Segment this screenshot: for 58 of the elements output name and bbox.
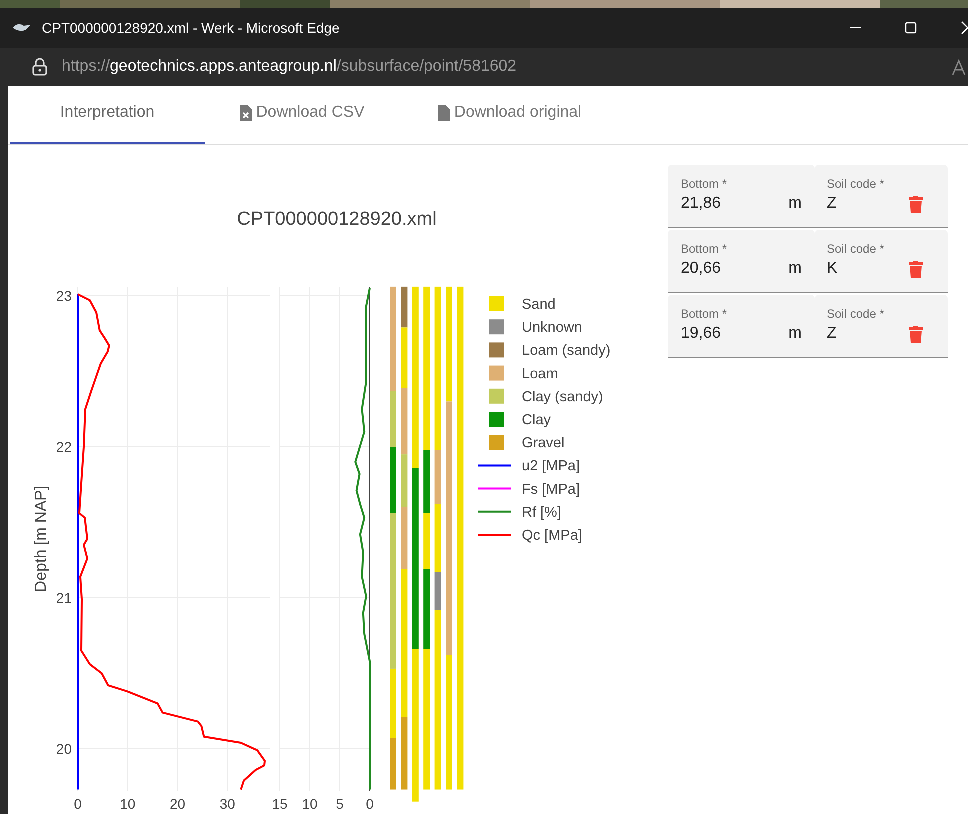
unit-label: m bbox=[788, 195, 802, 213]
axis-tick-label: 30 bbox=[220, 796, 236, 812]
legend-label[interactable]: Clay bbox=[522, 412, 552, 428]
read-aloud-icon[interactable] bbox=[952, 58, 968, 76]
axis-tick-label: 0 bbox=[366, 796, 374, 812]
legend-label[interactable]: Loam (sandy) bbox=[522, 343, 611, 360]
field-value: Z bbox=[827, 325, 837, 343]
tab[interactable]: Download CSV bbox=[205, 86, 400, 144]
axis-tick-label: 20 bbox=[170, 796, 186, 812]
lock-icon[interactable] bbox=[32, 58, 48, 76]
field-label: Bottom * bbox=[681, 242, 728, 256]
legend-label[interactable]: Gravel bbox=[522, 436, 565, 452]
soil-code-field[interactable]: Soil code * K bbox=[815, 230, 948, 293]
legend-label[interactable]: Fs [MPa] bbox=[522, 482, 580, 498]
axis-title: Depth [m NAP] bbox=[33, 486, 50, 592]
field-value: K bbox=[827, 260, 838, 278]
bottom-field[interactable]: Bottom * 20,66 m bbox=[668, 230, 815, 293]
field-value: 21,86 bbox=[681, 195, 722, 213]
trash-icon[interactable] bbox=[909, 325, 923, 343]
field-value: Z bbox=[827, 195, 837, 213]
field-label: Soil code * bbox=[827, 307, 884, 321]
axis-tick-label: 10 bbox=[302, 796, 318, 812]
axis-tick-label: 22 bbox=[56, 439, 72, 455]
window-title: CPT000000128920.xml - Werk - Microsoft Edge bbox=[42, 20, 340, 36]
app-icon bbox=[12, 22, 32, 34]
soil-code-field[interactable]: Soil code * Z bbox=[815, 165, 948, 228]
chart-title: CPT000000128920.xml bbox=[237, 209, 437, 230]
legend-label[interactable]: Qc [MPa] bbox=[522, 528, 582, 544]
trash-icon[interactable] bbox=[909, 260, 923, 278]
file-icon bbox=[240, 105, 252, 121]
tab[interactable]: Interpretation bbox=[10, 86, 205, 144]
unit-label: m bbox=[788, 260, 802, 278]
legend-label[interactable]: Loam bbox=[522, 366, 558, 382]
file-icon bbox=[438, 105, 450, 121]
field-value: 20,66 bbox=[681, 260, 722, 278]
legend-label[interactable]: Sand bbox=[522, 297, 556, 313]
legend-label[interactable]: u2 [MPa] bbox=[522, 458, 580, 475]
field-label: Soil code * bbox=[827, 177, 884, 191]
bottom-field[interactable]: Bottom * 21,86 m bbox=[668, 165, 815, 228]
axis-tick-label: 5 bbox=[336, 796, 344, 812]
field-value: 19,66 bbox=[681, 325, 722, 343]
field-label: Bottom * bbox=[681, 177, 728, 191]
soil-code-field[interactable]: Soil code * Z bbox=[815, 295, 948, 358]
axis-tick-label: 15 bbox=[272, 796, 288, 812]
field-label: Soil code * bbox=[827, 242, 884, 256]
axis-tick-label: 0 bbox=[74, 796, 82, 812]
axis-tick-label: 21 bbox=[56, 590, 72, 606]
bottom-field[interactable]: Bottom * 19,66 m bbox=[668, 295, 815, 358]
axis-tick-label: 20 bbox=[56, 741, 72, 757]
axis-tick-label: 23 bbox=[56, 288, 72, 304]
field-label: Bottom * bbox=[681, 307, 728, 321]
legend-label[interactable]: Clay (sandy) bbox=[522, 389, 604, 406]
trash-icon[interactable] bbox=[909, 195, 923, 213]
legend-label[interactable]: Rf [%] bbox=[522, 504, 562, 521]
tab[interactable]: Download original bbox=[400, 86, 620, 144]
unit-label: m bbox=[788, 325, 802, 343]
axis-tick-label: 10 bbox=[120, 796, 136, 812]
legend-label[interactable]: Unknown bbox=[522, 320, 582, 336]
